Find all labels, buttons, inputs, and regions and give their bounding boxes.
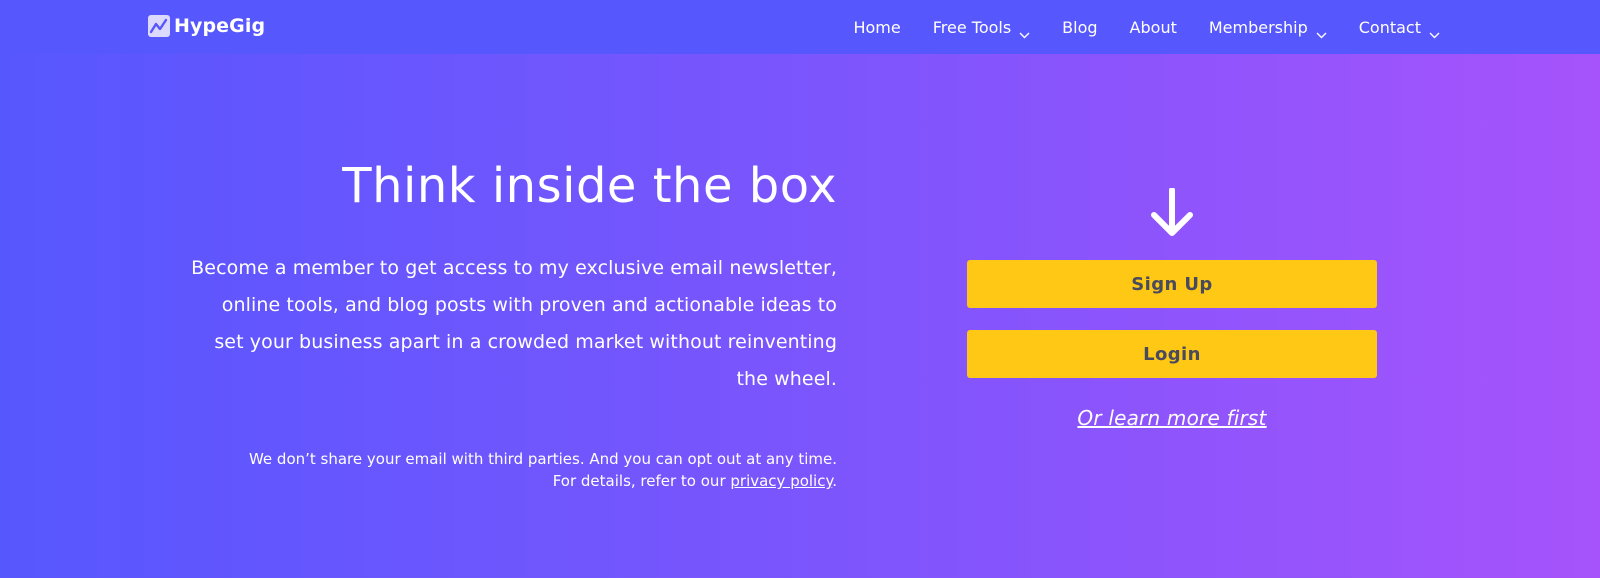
- hero-title: Think inside the box: [342, 158, 837, 214]
- nav-item-contact[interactable]: Contact: [1343, 17, 1440, 38]
- cta-panel: Sign Up Login Or learn more first: [967, 187, 1377, 430]
- nav-item-label: About: [1129, 17, 1177, 37]
- nav-item-home[interactable]: Home: [837, 18, 916, 37]
- nav-item-blog[interactable]: Blog: [1046, 18, 1113, 37]
- brand-name: HypeGig: [174, 15, 266, 37]
- nav-item-free-tools[interactable]: Free Tools: [917, 17, 1046, 38]
- nav-item-label: Contact: [1358, 17, 1421, 37]
- nav-item-label: Free Tools: [932, 17, 1012, 37]
- hero-content: Think inside the box Become a member to …: [190, 150, 837, 492]
- main-nav: Home Free Tools Blog About Membership Co…: [837, 0, 1440, 54]
- nav-item-label: Blog: [1062, 17, 1098, 37]
- hero-description: Become a member to get access to my excl…: [191, 257, 837, 390]
- chevron-down-icon: [1316, 24, 1327, 38]
- sign-up-button[interactable]: Sign Up: [967, 260, 1377, 308]
- login-button[interactable]: Login: [967, 330, 1377, 378]
- learn-more-link[interactable]: Or learn more first: [1077, 406, 1266, 430]
- privacy-note: We don’t share your email with third par…: [190, 448, 837, 492]
- nav-item-about[interactable]: About: [1114, 18, 1193, 37]
- chart-trend-icon: [148, 15, 170, 37]
- privacy-note-suffix: .: [832, 472, 837, 490]
- nav-item-label: Membership: [1208, 17, 1308, 37]
- privacy-policy-link[interactable]: privacy policy: [730, 472, 832, 490]
- chevron-down-icon: [1429, 24, 1440, 38]
- arrow-down-icon: [1148, 187, 1196, 238]
- brand-logo-link[interactable]: HypeGig: [148, 15, 265, 37]
- chevron-down-icon: [1019, 24, 1030, 38]
- nav-item-label: Home: [853, 17, 901, 37]
- navbar: HypeGig Home Free Tools Blog About Membe…: [0, 0, 1600, 54]
- page: HypeGig Home Free Tools Blog About Membe…: [0, 0, 1600, 578]
- nav-item-membership[interactable]: Membership: [1193, 17, 1343, 38]
